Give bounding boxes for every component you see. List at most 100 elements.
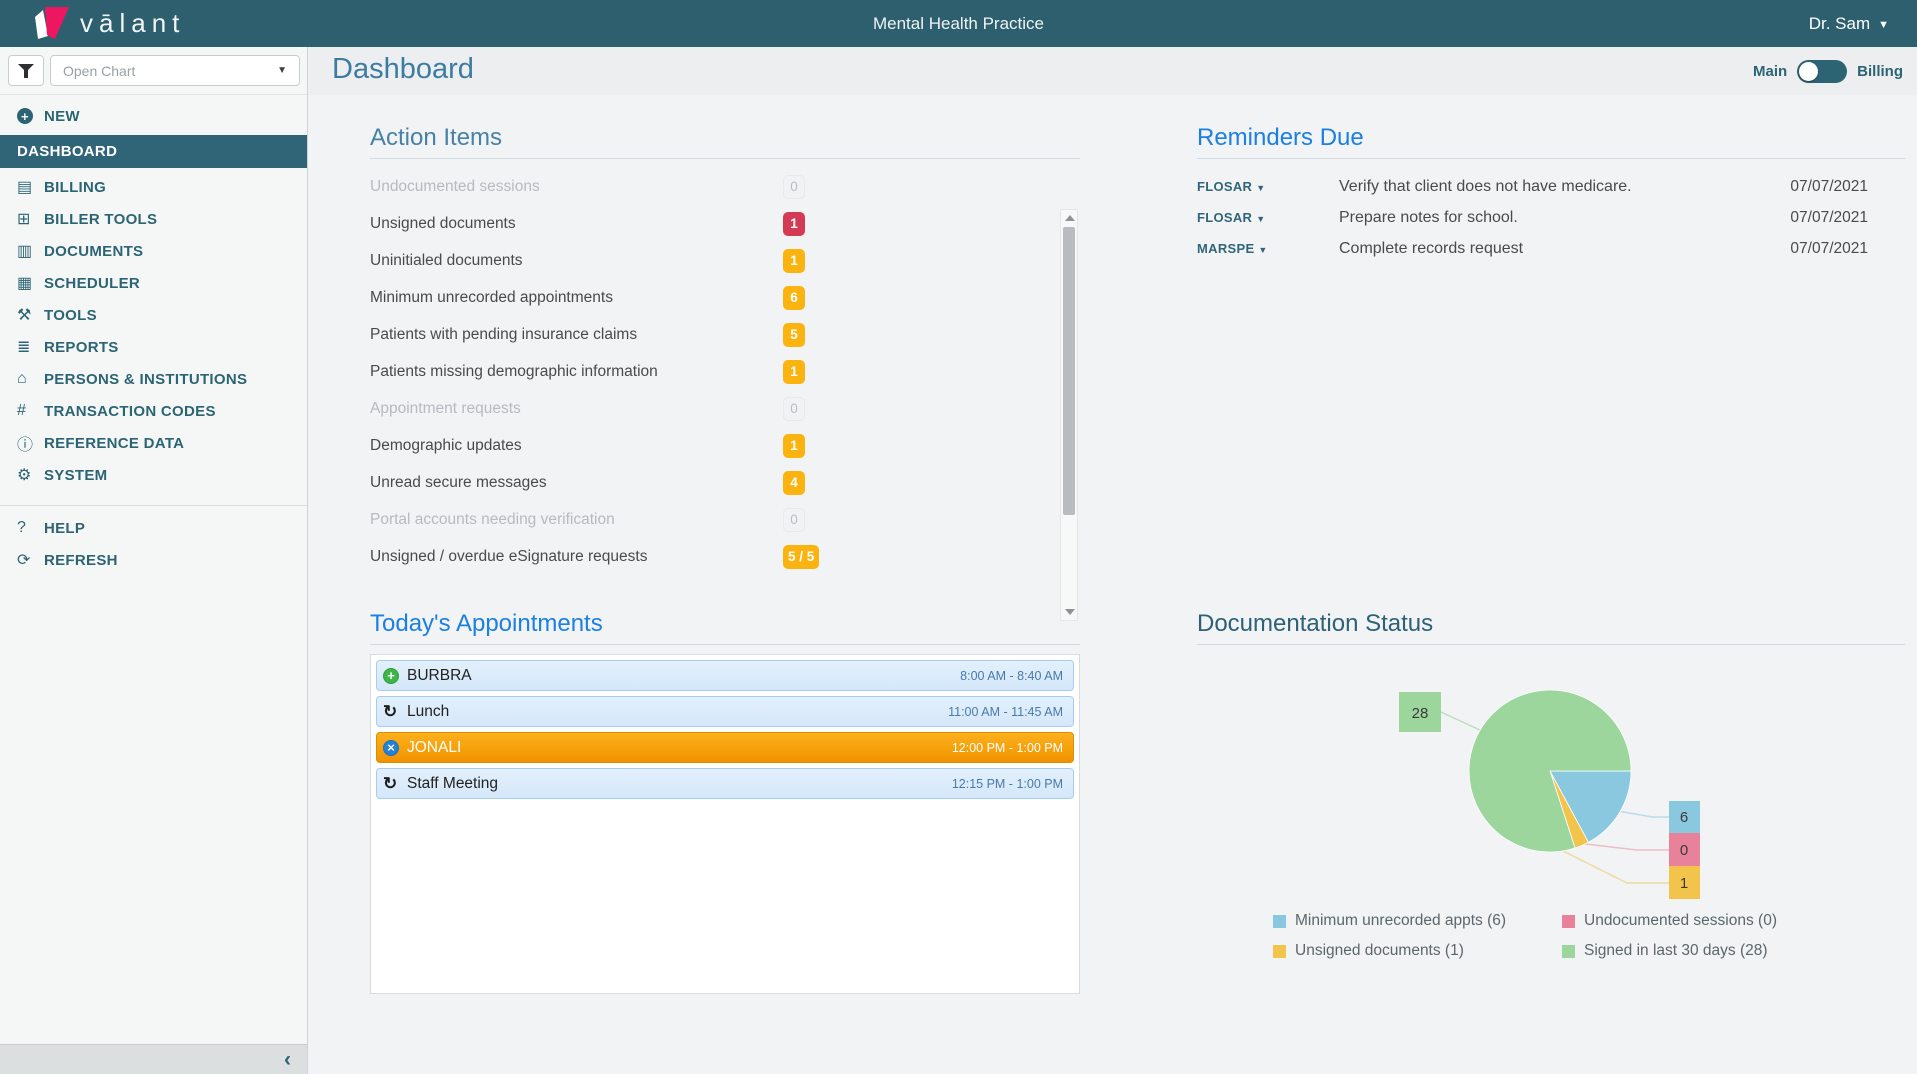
- sidebar-item-scheduler[interactable]: ▦SCHEDULER: [0, 267, 307, 299]
- action-item-count-badge[interactable]: 1: [783, 249, 805, 273]
- appointment-row[interactable]: ↻Lunch11:00 AM - 11:45 AM: [376, 696, 1074, 727]
- action-item-count-badge[interactable]: 0: [783, 397, 805, 421]
- sidebar-item-reports[interactable]: ≣REPORTS: [0, 331, 307, 363]
- action-item-count-badge[interactable]: 5: [783, 323, 805, 347]
- pie-slices[interactable]: [1469, 690, 1631, 852]
- action-item-count-badge[interactable]: 0: [783, 175, 805, 199]
- scroll-up-icon[interactable]: [1065, 215, 1075, 221]
- sidebar-item-label: BILLING: [44, 179, 106, 196]
- refresh-icon: ⟳: [17, 550, 44, 570]
- appointment-row[interactable]: ↻Staff Meeting12:15 PM - 1:00 PM: [376, 768, 1074, 799]
- sidebar-item-label: REFERENCE DATA: [44, 435, 184, 452]
- sidebar-item-documents[interactable]: ▥DOCUMENTS: [0, 235, 307, 267]
- sidebar-item-biller-tools[interactable]: ⊞BILLER TOOLS: [0, 203, 307, 235]
- open-chart-dropdown[interactable]: Open Chart ▼: [50, 55, 300, 86]
- user-name: Dr. Sam: [1809, 14, 1870, 34]
- legend-label: Unsigned documents (1): [1295, 942, 1464, 960]
- action-item-label: Unread secure messages: [370, 474, 783, 492]
- filter-button[interactable]: [8, 55, 44, 86]
- sidebar-item-help[interactable]: ?HELP: [0, 512, 307, 544]
- main-billing-toggle: Main Billing: [1753, 60, 1903, 83]
- reminder-row: MARSPE▼Complete records request07/07/202…: [1197, 233, 1905, 264]
- appointment-name: Staff Meeting: [407, 775, 952, 793]
- sidebar-item-label: HELP: [44, 520, 85, 537]
- action-item-count-badge[interactable]: 1: [783, 212, 805, 236]
- action-item-row[interactable]: Minimum unrecorded appointments6: [370, 279, 1058, 316]
- action-item-row[interactable]: Unsigned / overdue eSignature requests5 …: [370, 538, 1058, 575]
- view-toggle-switch[interactable]: [1797, 60, 1847, 83]
- reminder-text: Prepare notes for school.: [1339, 209, 1770, 227]
- legend-swatch-icon: [1562, 915, 1575, 928]
- appointment-name: JONALI: [407, 739, 952, 757]
- svg-text:28: 28: [1412, 705, 1429, 722]
- appointment-name: BURBRA: [407, 667, 960, 685]
- action-item-count-badge[interactable]: 1: [783, 434, 805, 458]
- action-item-count-badge[interactable]: 4: [783, 471, 805, 495]
- sidebar-item-system[interactable]: ⚙SYSTEM: [0, 459, 307, 491]
- sidebar-item-refresh[interactable]: ⟳REFRESH: [0, 544, 307, 576]
- appointment-row[interactable]: ×JONALI12:00 PM - 1:00 PM: [376, 732, 1074, 763]
- action-items-section: Action Items Undocumented sessions0Unsig…: [370, 124, 1080, 575]
- sidebar-item-reference-data[interactable]: ⓘREFERENCE DATA: [0, 427, 307, 459]
- sidebar-item-new[interactable]: + NEW: [0, 100, 307, 132]
- sidebar-divider: [0, 505, 307, 512]
- action-item-label: Uninitialed documents: [370, 252, 783, 270]
- appointment-row[interactable]: +BURBRA8:00 AM - 8:40 AM: [376, 660, 1074, 691]
- action-items-title[interactable]: Action Items: [370, 124, 1080, 152]
- reminder-date: 07/07/2021: [1770, 209, 1868, 227]
- pie-callout-1: 1: [1669, 866, 1700, 899]
- action-item-row[interactable]: Undocumented sessions0: [370, 168, 1058, 205]
- appointment-name: Lunch: [407, 703, 948, 721]
- sidebar-item-transaction-codes[interactable]: #TRANSACTION CODES: [0, 395, 307, 427]
- sidebar-item-billing[interactable]: ▤BILLING: [0, 171, 307, 203]
- action-item-label: Patients missing demographic information: [370, 363, 783, 381]
- action-list-scrollbar[interactable]: [1060, 209, 1078, 621]
- sidebar-item-label: NEW: [44, 108, 80, 125]
- action-item-row[interactable]: Unread secure messages4: [370, 464, 1058, 501]
- legend-item: Undocumented sessions (0): [1562, 912, 1905, 930]
- action-item-row[interactable]: Appointment requests0: [370, 390, 1058, 427]
- filter-icon: [18, 64, 34, 78]
- reminder-patient-code-dropdown[interactable]: FLOSAR▼: [1197, 210, 1339, 225]
- sidebar-item-dashboard[interactable]: DASHBOARD: [0, 135, 307, 168]
- top-bar: vālant Mental Health Practice Dr. Sam ▼: [0, 0, 1917, 47]
- action-items-list: Undocumented sessions0Unsigned documents…: [370, 168, 1058, 575]
- user-menu[interactable]: Dr. Sam ▼: [1809, 0, 1889, 47]
- sidebar-item-tools[interactable]: ⚒TOOLS: [0, 299, 307, 331]
- sidebar-item-label: REPORTS: [44, 339, 119, 356]
- reminder-text: Complete records request: [1339, 240, 1770, 258]
- appointments-title[interactable]: Today's Appointments: [370, 610, 1080, 638]
- action-item-row[interactable]: Patients with pending insurance claims5: [370, 316, 1058, 353]
- recurring-icon: ↻: [383, 774, 407, 794]
- action-item-count-badge[interactable]: 6: [783, 286, 805, 310]
- documents-icon: ▥: [17, 241, 44, 261]
- reminders-due-title[interactable]: Reminders Due: [1197, 124, 1905, 152]
- chevron-down-icon: ▼: [277, 65, 287, 76]
- action-item-count-badge[interactable]: 0: [783, 508, 805, 532]
- appointment-time: 12:15 PM - 1:00 PM: [952, 777, 1063, 791]
- collapse-sidebar-icon[interactable]: ‹: [284, 1049, 291, 1070]
- action-item-count-badge[interactable]: 5 / 5: [783, 545, 819, 569]
- documentation-status-title: Documentation Status: [1197, 610, 1905, 638]
- scrollbar-thumb[interactable]: [1063, 227, 1075, 515]
- reminder-patient-code-dropdown[interactable]: FLOSAR▼: [1197, 179, 1339, 194]
- action-item-row[interactable]: Portal accounts needing verification0: [370, 501, 1058, 538]
- appointment-time: 12:00 PM - 1:00 PM: [952, 741, 1063, 755]
- chevron-down-icon: ▼: [1256, 183, 1265, 193]
- action-item-row[interactable]: Patients missing demographic information…: [370, 353, 1058, 390]
- action-item-label: Portal accounts needing verification: [370, 511, 783, 529]
- open-chart-placeholder: Open Chart: [63, 63, 277, 79]
- divider: [370, 158, 1080, 159]
- recurring-icon: ↻: [383, 702, 407, 722]
- reminder-patient-code-dropdown[interactable]: MARSPE▼: [1197, 241, 1339, 256]
- action-item-row[interactable]: Demographic updates1: [370, 427, 1058, 464]
- action-item-label: Undocumented sessions: [370, 178, 783, 196]
- action-item-count-badge[interactable]: 1: [783, 360, 805, 384]
- scheduler-icon: ▦: [17, 273, 44, 293]
- reminder-date: 07/07/2021: [1770, 240, 1868, 258]
- tools-icon: ⚒: [17, 305, 44, 325]
- action-item-row[interactable]: Uninitialed documents1: [370, 242, 1058, 279]
- legend-item: Unsigned documents (1): [1273, 942, 1562, 960]
- sidebar-item-persons-institutions[interactable]: ⌂PERSONS & INSTITUTIONS: [0, 363, 307, 395]
- action-item-row[interactable]: Unsigned documents1: [370, 205, 1058, 242]
